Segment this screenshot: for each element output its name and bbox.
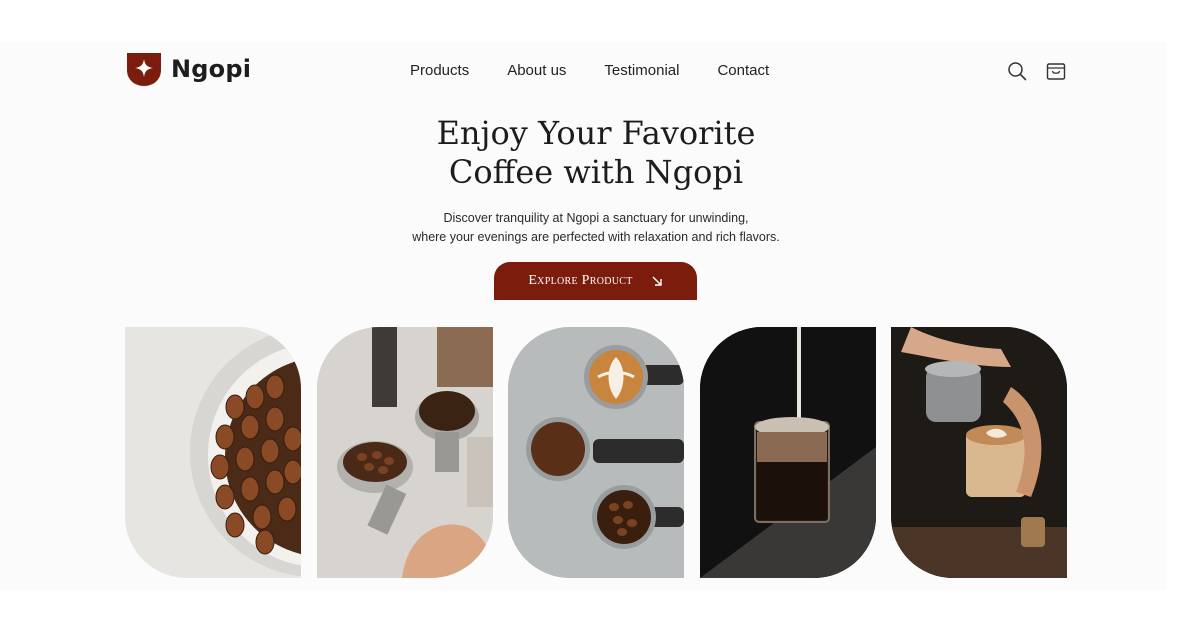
cart-icon[interactable] — [1046, 61, 1066, 81]
search-icon[interactable] — [1007, 61, 1027, 81]
nav-item-testimonial[interactable]: Testimonial — [604, 62, 679, 79]
shield-star-icon — [125, 50, 163, 86]
coffee-beans-bowl-image — [125, 327, 301, 578]
nav-item-products[interactable]: Products — [410, 62, 469, 79]
arrow-down-right-icon — [652, 276, 662, 286]
main-nav: Products About us Testimonial Contact — [410, 62, 769, 79]
header-actions — [1007, 61, 1066, 81]
iced-coffee-milk-pour-image — [700, 327, 876, 578]
logo[interactable]: Ngopi — [125, 50, 251, 88]
explore-product-button[interactable]: Explore Product — [494, 262, 697, 300]
nav-item-contact[interactable]: Contact — [717, 62, 769, 79]
hero-title: Enjoy Your Favorite Coffee with Ngopi — [0, 114, 1192, 192]
brand-name: Ngopi — [171, 55, 252, 83]
hero-subtitle-line-2: where your evenings are perfected with r… — [412, 230, 780, 244]
portafilters-grounds-image — [317, 327, 493, 578]
hero-title-line-2: Coffee with Ngopi — [448, 153, 744, 191]
nav-item-about-us[interactable]: About us — [507, 62, 566, 79]
explore-product-label: Explore Product — [528, 273, 633, 288]
latte-art-pour-image — [891, 327, 1067, 578]
latte-portafilters-image — [508, 327, 684, 578]
hero-title-line-1: Enjoy Your Favorite — [436, 114, 756, 152]
hero-subtitle: Discover tranquility at Ngopi a sanctuar… — [0, 209, 1192, 247]
hero-subtitle-line-1: Discover tranquility at Ngopi a sanctuar… — [443, 211, 749, 225]
